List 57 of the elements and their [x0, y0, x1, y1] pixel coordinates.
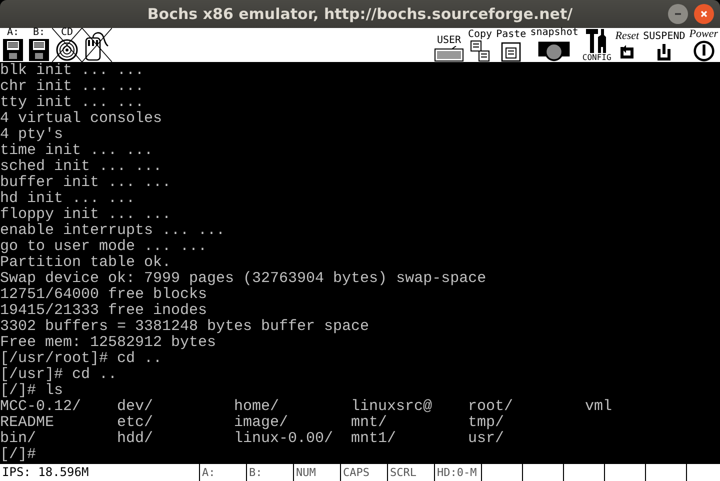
console-line: 4 virtual consoles	[0, 111, 162, 127]
console-line: floppy init ... ...	[0, 207, 172, 223]
console-line: Swap device ok: 7999 pages (32763904 bytes) swap-space	[0, 271, 486, 287]
minimize-button[interactable]	[668, 4, 688, 24]
status-indicator: CAPS	[341, 464, 388, 481]
console-line: [/]#	[0, 447, 36, 463]
file-name: mnt1/	[351, 431, 396, 447]
file-name: MCC-0.12/	[0, 399, 82, 415]
status-indicator: HD:0-M	[435, 464, 482, 481]
ips-reading: IPS: 18.596M	[0, 464, 200, 481]
window-title: Bochs x86 emulator, http://bochs.sourceforge.net/	[147, 5, 573, 23]
status-indicator: NUM	[294, 464, 341, 481]
console-line: [/]# ls	[0, 383, 64, 399]
console-line: tty init ... ...	[0, 95, 144, 111]
console-line: go to user mode ... ...	[0, 239, 208, 255]
file-name: tmp/	[468, 415, 504, 431]
file-name: home/	[234, 399, 280, 415]
camera-button[interactable]: snapshot	[528, 28, 580, 62]
config-button[interactable]: CONFIG	[580, 28, 614, 62]
file-name: linux-0.00/	[234, 431, 334, 447]
console-line: hd init ... ...	[0, 191, 136, 207]
file-name: root/	[468, 399, 514, 415]
file-name: dev/	[117, 399, 154, 415]
status-indicator: SCRL	[388, 464, 435, 481]
copy-button[interactable]: Copy	[466, 28, 494, 62]
console-line: 19415/21333 free inodes	[0, 303, 208, 319]
console-line: [/usr/root]# cd ..	[0, 351, 162, 367]
file-name: bin/	[0, 431, 36, 447]
file-name: vml	[585, 399, 612, 415]
tools-icon	[584, 28, 609, 54]
file-name: usr/	[468, 431, 504, 447]
console-line: Free mem: 12582912 bytes	[0, 335, 216, 351]
console-line: blk init ... ...	[0, 63, 144, 79]
file-name: hdd/	[117, 431, 154, 447]
console-line: buffer init ... ...	[0, 175, 172, 191]
floppy-button[interactable]: B:	[26, 28, 52, 62]
console-line: 3302 buffers = 3381248 bytes buffer space	[0, 319, 370, 335]
floppy-button[interactable]: A:	[0, 28, 26, 62]
status-indicator: B:	[247, 464, 294, 481]
console-line: 12751/64000 free blocks	[0, 287, 208, 303]
file-name: linuxsrc@	[351, 399, 432, 415]
console-line: chr init ... ...	[0, 79, 144, 95]
console-line: Partition table ok.	[0, 255, 172, 271]
console-line: sched init ... ...	[0, 159, 162, 175]
console-line: enable interrupts ... ...	[0, 223, 226, 239]
file-name: etc/	[117, 415, 154, 431]
file-name: README	[0, 415, 54, 431]
close-icon	[699, 9, 709, 19]
power-button[interactable]: Power	[687, 28, 720, 62]
status-indicator: A:	[200, 464, 247, 481]
paste-button[interactable]: Paste	[494, 28, 528, 62]
console-line: time init ... ...	[0, 143, 154, 159]
close-button[interactable]	[694, 4, 714, 24]
console-line: 4 pty's	[0, 127, 64, 143]
file-name: mnt/	[351, 415, 388, 431]
console-line: [/usr]# cd ..	[0, 367, 118, 383]
file-name: image/	[234, 415, 288, 431]
